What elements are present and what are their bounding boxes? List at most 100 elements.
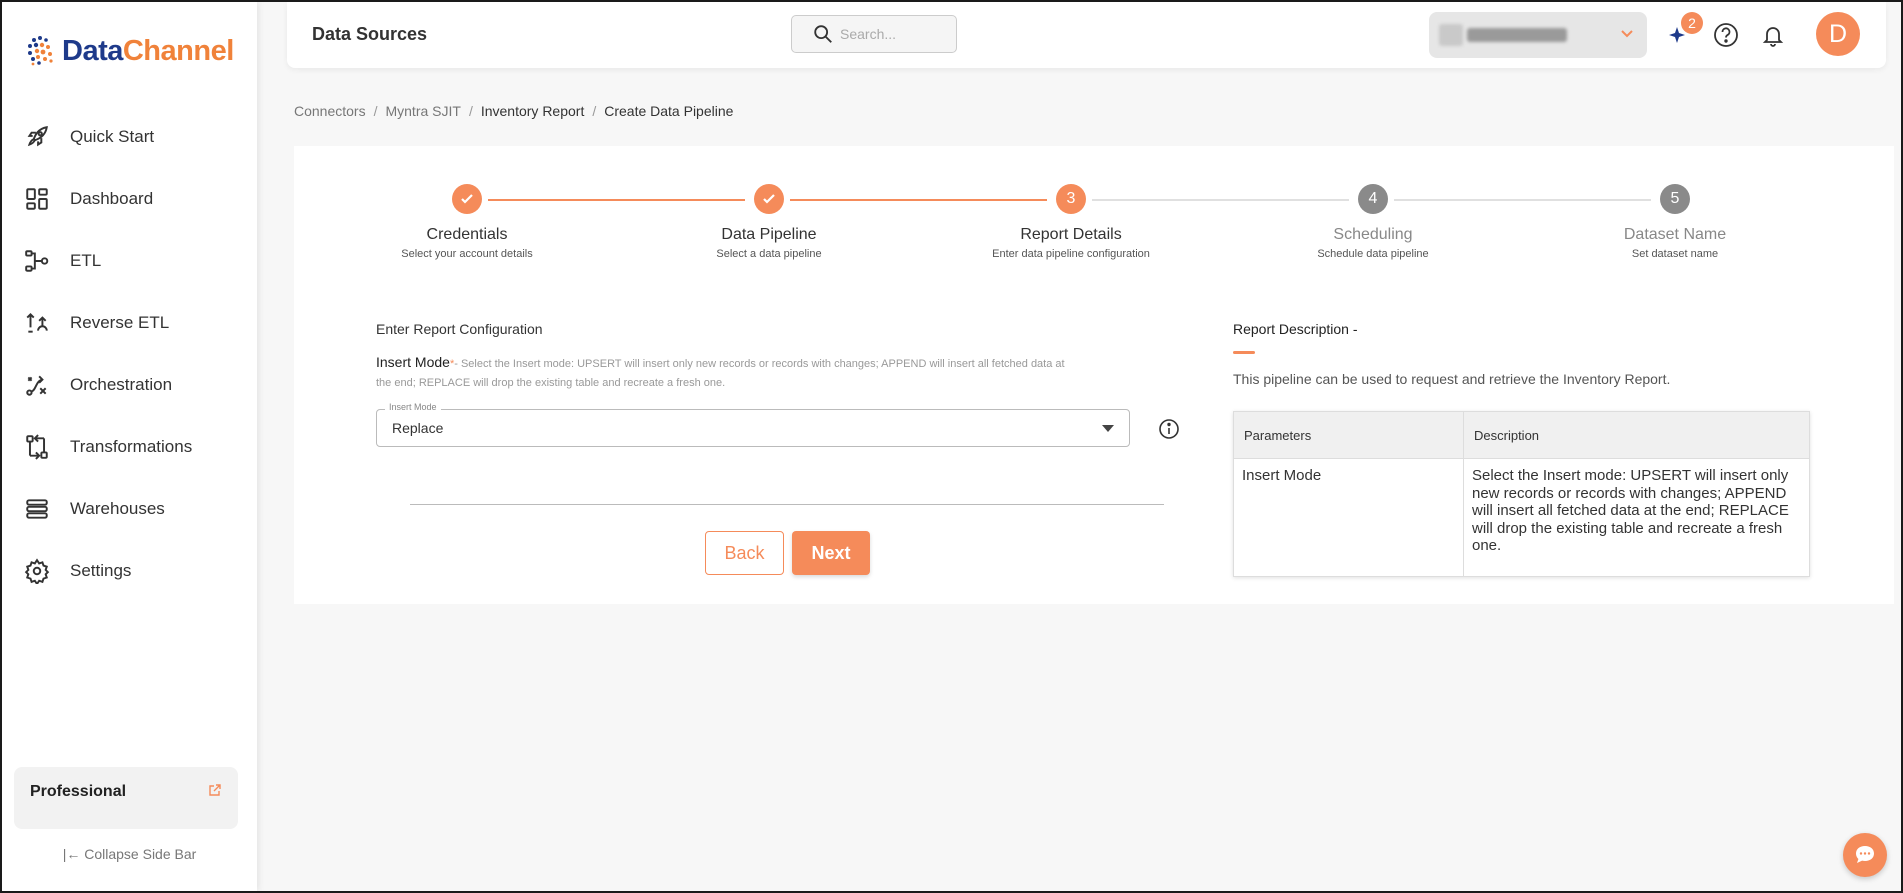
brand-name-part1: Data: [62, 34, 123, 67]
table-header-row: Parameters Description: [1233, 411, 1810, 459]
top-header: Data Sources 2 D: [287, 2, 1886, 68]
chat-support-button[interactable]: [1843, 833, 1887, 877]
breadcrumb-separator: /: [468, 103, 473, 119]
step-credentials: Credentials Select your account details: [347, 184, 587, 260]
check-icon: [754, 184, 784, 214]
rocket-icon: [27, 126, 48, 147]
step-subtitle: Select a data pipeline: [716, 248, 822, 260]
report-description-text: This pipeline can be used to request and…: [1233, 371, 1671, 387]
column-header: Parameters: [1233, 411, 1464, 459]
step-subtitle: Enter data pipeline configuration: [992, 248, 1150, 260]
brand-logo[interactable]: DataChannel: [24, 34, 234, 68]
workspace-selector[interactable]: [1429, 12, 1647, 58]
parameter-name: Insert Mode: [1233, 458, 1464, 577]
select-value: Replace: [392, 420, 444, 436]
chat-bubble-icon: [1856, 846, 1874, 863]
sidebar-item-dashboard[interactable]: Dashboard: [2, 168, 257, 230]
breadcrumb-myntra-sjit[interactable]: Myntra SJIT: [385, 103, 460, 119]
select-floating-label: Insert Mode: [385, 402, 441, 412]
sidebar-item-quick-start[interactable]: Quick Start: [2, 106, 257, 168]
notification-count-badge: 2: [1681, 12, 1703, 34]
page-title: Data Sources: [312, 24, 428, 44]
sidebar-item-label: ETL: [70, 251, 102, 270]
external-link-icon[interactable]: [208, 783, 222, 797]
step-number: 5: [1660, 184, 1690, 214]
gear-icon: [24, 558, 50, 584]
breadcrumb: Connectors / Myntra SJIT / Inventory Rep…: [294, 103, 733, 119]
breadcrumb-separator: /: [373, 103, 378, 119]
step-data-pipeline: Data Pipeline Select a data pipeline: [649, 184, 889, 260]
sidebar-item-label: Transformations: [70, 437, 193, 456]
column-header: Description: [1463, 411, 1810, 459]
step-title: Report Details: [1020, 226, 1122, 243]
plan-name: Professional: [30, 783, 127, 800]
breadcrumb-connectors[interactable]: Connectors: [294, 103, 366, 119]
search-box[interactable]: [791, 15, 957, 53]
sidebar-item-label: Reverse ETL: [70, 313, 170, 332]
breadcrumb-separator: /: [592, 103, 597, 119]
collapse-label: Collapse Side Bar: [84, 846, 197, 862]
help-icon[interactable]: [1712, 21, 1740, 49]
step-scheduling: 4 Scheduling Schedule data pipeline: [1253, 184, 1493, 260]
step-title: Credentials: [426, 226, 508, 243]
bell-icon[interactable]: [1759, 21, 1787, 49]
etl-icon: [25, 250, 49, 272]
brand-name-part2: Channel: [122, 34, 234, 67]
orchestration-icon: [26, 375, 47, 396]
sidebar-item-etl[interactable]: ETL: [2, 230, 257, 292]
sidebar-item-label: Dashboard: [70, 189, 154, 208]
datachannel-logo-icon: [28, 36, 53, 66]
step-report-details: 3 Report Details Enter data pipeline con…: [951, 184, 1191, 260]
check-icon: [452, 184, 482, 214]
reverse-etl-icon: [26, 312, 48, 333]
warehouses-icon: [26, 499, 48, 519]
user-avatar[interactable]: D: [1816, 12, 1860, 56]
field-label: Insert Mode: [376, 354, 450, 370]
step-title: Data Pipeline: [721, 226, 817, 243]
workspace-name-redacted: [1439, 24, 1567, 46]
step-subtitle: Schedule data pipeline: [1317, 248, 1429, 260]
step-title: Dataset Name: [1623, 226, 1727, 243]
step-dataset-name: 5 Dataset Name Set dataset name: [1555, 184, 1795, 260]
sidebar-item-label: Orchestration: [70, 375, 173, 394]
info-icon[interactable]: [1158, 418, 1180, 440]
pipeline-wizard: Credentials Select your account details …: [294, 146, 1894, 604]
caret-down-icon: [1102, 424, 1114, 432]
sidebar-item-transformations[interactable]: Transformations: [2, 416, 257, 478]
sidebar: DataChannel Quick Start Dashboard ETL Re…: [2, 2, 257, 891]
sidebar-item-warehouses[interactable]: Warehouses: [2, 478, 257, 540]
title-underline: [1233, 351, 1255, 354]
insert-mode-select[interactable]: Insert Mode Replace: [376, 402, 1130, 447]
sidebar-item-settings[interactable]: Settings: [2, 540, 257, 602]
section-title: Enter Report Configuration: [376, 321, 543, 337]
divider: [410, 504, 1164, 505]
chevron-down-icon: [1621, 30, 1633, 38]
step-title: Scheduling: [1333, 226, 1413, 243]
sidebar-item-reverse-etl[interactable]: Reverse ETL: [2, 292, 257, 354]
back-button[interactable]: Back: [705, 531, 784, 575]
sidebar-item-label: Warehouses: [70, 499, 165, 518]
sidebar-nav: Quick Start Dashboard ETL Reverse ETL Or…: [2, 106, 257, 602]
search-input[interactable]: [840, 26, 940, 42]
step-number: 3: [1056, 184, 1086, 214]
parameter-description: Select the Insert mode: UPSERT will inse…: [1463, 458, 1810, 577]
step-subtitle: Select your account details: [401, 248, 533, 260]
plan-card[interactable]: Professional: [14, 767, 238, 829]
breadcrumb-create-data-pipeline: Create Data Pipeline: [604, 103, 734, 119]
field-help-text: - Select the Insert mode: UPSERT will in…: [376, 358, 1065, 389]
next-button[interactable]: Next: [792, 531, 870, 575]
table-row: Insert Mode Select the Insert mode: UPSE…: [1233, 458, 1810, 577]
breadcrumb-inventory-report[interactable]: Inventory Report: [481, 103, 585, 119]
dashboard-icon: [26, 188, 48, 210]
search-icon: [814, 25, 832, 43]
sidebar-item-orchestration[interactable]: Orchestration: [2, 354, 257, 416]
parameters-table: Parameters Description Insert Mode Selec…: [1233, 411, 1810, 577]
insert-mode-help: Insert Mode*- Select the Insert mode: UP…: [376, 353, 1076, 393]
step-subtitle: Set dataset name: [1631, 248, 1719, 260]
sidebar-item-label: Settings: [70, 561, 132, 580]
transformations-icon: [26, 434, 48, 460]
step-number: 4: [1358, 184, 1388, 214]
sidebar-item-label: Quick Start: [70, 127, 155, 146]
collapse-icon: |←: [62, 846, 81, 862]
collapse-sidebar-button[interactable]: |← Collapse Side Bar: [2, 846, 257, 862]
